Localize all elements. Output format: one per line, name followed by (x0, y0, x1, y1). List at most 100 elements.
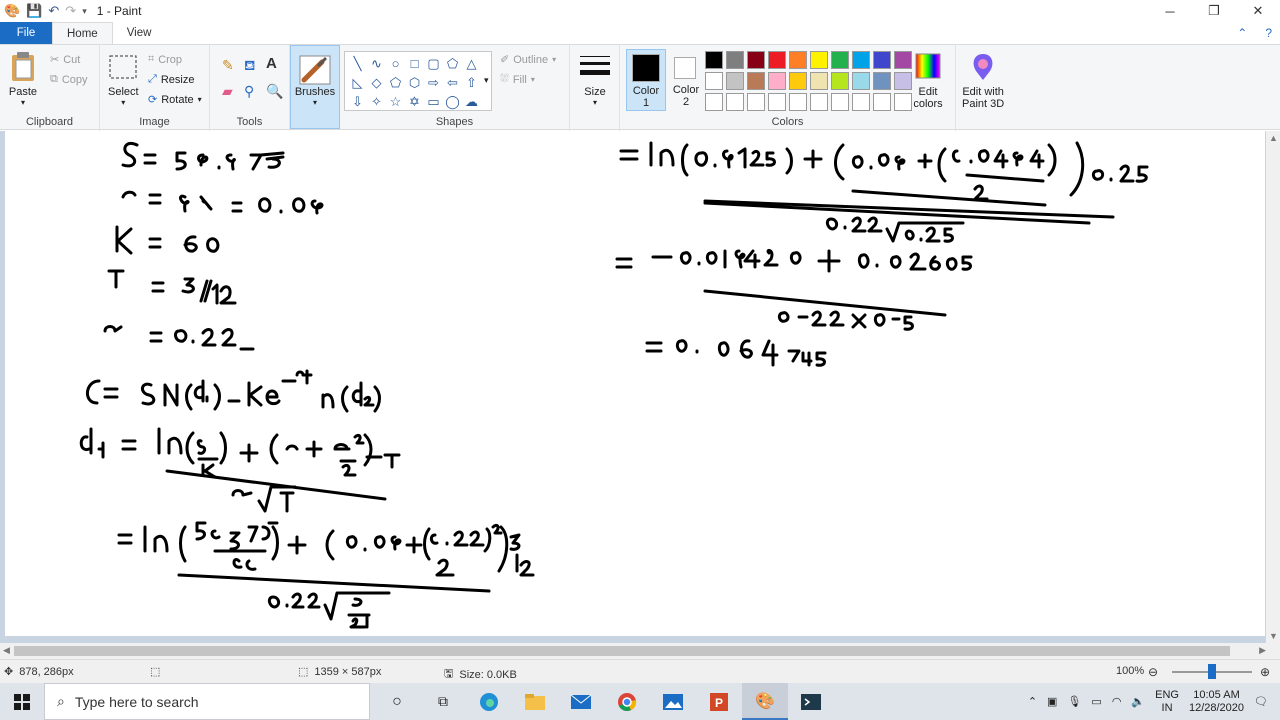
color-swatch[interactable] (768, 93, 786, 111)
rounded-rectangle-shape-icon[interactable]: ▢ (424, 54, 443, 73)
resize-button[interactable]: ⤢ Resize (148, 73, 194, 86)
color-swatch[interactable] (852, 93, 870, 111)
color-swatch[interactable] (852, 51, 870, 69)
task-view-icon[interactable]: ⧉ (420, 683, 466, 720)
scroll-left-icon[interactable]: ◀ (3, 645, 10, 656)
start-button[interactable] (0, 683, 44, 720)
callout-cloud-shape-icon[interactable]: ☁ (462, 92, 481, 111)
color-swatch[interactable] (726, 93, 744, 111)
triangle-shape-icon[interactable]: △ (462, 54, 481, 73)
customize-qat-icon[interactable]: ▾ (82, 6, 87, 17)
zoom-slider-thumb[interactable] (1208, 664, 1216, 679)
shapes-scroll-icon[interactable]: ▾ (484, 75, 489, 86)
edit-paint3d-button[interactable]: Edit with Paint 3D (962, 51, 1004, 110)
five-point-star-shape-icon[interactable]: ☆ (386, 92, 405, 111)
color-picker-icon[interactable]: ⚲ (244, 83, 254, 100)
hexagon-shape-icon[interactable]: ⬡ (405, 73, 424, 92)
left-arrow-shape-icon[interactable]: ⇦ (443, 73, 462, 92)
minimize-button[interactable]: ─ (1148, 0, 1192, 22)
select-button[interactable]: Select ▾ (108, 51, 139, 107)
close-button[interactable]: ✕ (1236, 0, 1280, 22)
collapse-ribbon-icon[interactable]: ⌃ (1237, 26, 1247, 40)
microphone-icon[interactable]: 🎙 (1067, 695, 1081, 708)
up-arrow-shape-icon[interactable]: ⇧ (462, 73, 481, 92)
cut-button[interactable]: ✂ Cut (50, 53, 80, 67)
terminal-app-icon[interactable] (788, 683, 834, 720)
zoom-in-icon[interactable]: ⊕ (1260, 665, 1270, 679)
color-swatch[interactable] (831, 93, 849, 111)
drawing-canvas[interactable] (5, 131, 1265, 636)
fill-button[interactable]: ⛆ Fill ▾ (500, 73, 535, 86)
color-swatch[interactable] (810, 51, 828, 69)
horizontal-scroll-thumb[interactable] (14, 646, 1230, 656)
wifi-icon[interactable]: ◠ (1112, 695, 1122, 708)
scroll-right-icon[interactable]: ▶ (1259, 645, 1266, 656)
file-explorer-icon[interactable] (512, 683, 558, 720)
color-swatch[interactable] (873, 72, 891, 90)
chrome-icon[interactable] (604, 683, 650, 720)
color-swatch[interactable] (726, 72, 744, 90)
color-swatch[interactable] (831, 51, 849, 69)
color-swatch[interactable] (789, 51, 807, 69)
outline-button[interactable]: ✐ Outline ▾ (500, 53, 556, 67)
undo-icon[interactable]: ↶ (48, 3, 59, 19)
edit-colors-button[interactable]: Edit colors (913, 51, 943, 110)
battery-icon[interactable]: ▭ (1091, 695, 1101, 708)
save-icon[interactable]: 💾 (26, 3, 42, 19)
magnifier-icon[interactable]: 🔍 (266, 83, 283, 100)
paint-taskbar-icon[interactable]: 🎨 (742, 683, 788, 720)
text-tool-icon[interactable]: A (266, 55, 277, 72)
diamond-shape-icon[interactable]: ◇ (367, 73, 386, 92)
polygon-shape-icon[interactable]: ⬠ (443, 54, 462, 73)
meet-now-icon[interactable]: ▣ (1047, 695, 1057, 708)
powerpoint-icon[interactable]: P (696, 683, 742, 720)
color-swatch[interactable] (705, 93, 723, 111)
color-swatch[interactable] (768, 72, 786, 90)
color-swatch[interactable] (789, 93, 807, 111)
zoom-out-icon[interactable]: ⊖ (1148, 665, 1158, 679)
color-swatch[interactable] (810, 93, 828, 111)
color2-button[interactable]: Color 2 (668, 49, 704, 111)
color-swatch[interactable] (852, 72, 870, 90)
color-swatch[interactable] (726, 51, 744, 69)
scroll-up-icon[interactable]: ▲ (1269, 133, 1278, 143)
mail-icon[interactable] (558, 683, 604, 720)
rotate-button[interactable]: ⟳ Rotate ▾ (148, 93, 202, 107)
photos-icon[interactable] (650, 683, 696, 720)
line-shape-icon[interactable]: ╲ (348, 54, 367, 73)
curve-shape-icon[interactable]: ∿ (367, 54, 386, 73)
taskbar-search-box[interactable]: ⌕ Type here to search (44, 683, 370, 720)
right-triangle-shape-icon[interactable]: ◺ (348, 73, 367, 92)
rectangle-shape-icon[interactable]: □ (405, 54, 424, 73)
tab-file[interactable]: File (0, 22, 52, 44)
oval-shape-icon[interactable]: ○ (386, 54, 405, 73)
color-swatch[interactable] (768, 51, 786, 69)
right-arrow-shape-icon[interactable]: ⇨ (424, 73, 443, 92)
color-swatch[interactable] (705, 72, 723, 90)
callout-rect-shape-icon[interactable]: ▭ (424, 92, 443, 111)
color-swatch[interactable] (747, 51, 765, 69)
language-indicator[interactable]: ENG IN (1155, 689, 1179, 715)
notifications-icon[interactable]: 🗨 (1254, 695, 1268, 708)
help-icon[interactable]: ? (1265, 26, 1272, 40)
color-swatch[interactable] (747, 72, 765, 90)
restore-button[interactable]: ❐ (1192, 0, 1236, 22)
brushes-button[interactable]: Brushes ▾ (290, 45, 340, 129)
crop-button[interactable]: ⌗ Crop (148, 53, 182, 66)
color-swatch[interactable] (894, 72, 912, 90)
horizontal-scrollbar[interactable]: ◀ ▶ (0, 643, 1280, 659)
tab-view[interactable]: View (113, 22, 166, 44)
pentagon-shape-icon[interactable]: ⬠ (386, 73, 405, 92)
vertical-scrollbar[interactable]: ▲ ▼ (1266, 131, 1280, 643)
paint-app-icon[interactable]: 🎨 (4, 3, 20, 19)
redo-icon[interactable]: ↷ (65, 3, 76, 19)
color-swatch[interactable] (894, 93, 912, 111)
select-dropdown-icon[interactable]: ▾ (121, 98, 125, 107)
fill-bucket-icon[interactable]: ⛾ (244, 57, 255, 76)
color-swatch[interactable] (831, 72, 849, 90)
edge-browser-icon[interactable] (466, 683, 512, 720)
color1-button[interactable]: Color 1 (626, 49, 666, 111)
callout-oval-shape-icon[interactable]: ◯ (443, 92, 462, 111)
cortana-icon[interactable]: ○ (374, 683, 420, 720)
four-point-star-shape-icon[interactable]: ✧ (367, 92, 386, 111)
